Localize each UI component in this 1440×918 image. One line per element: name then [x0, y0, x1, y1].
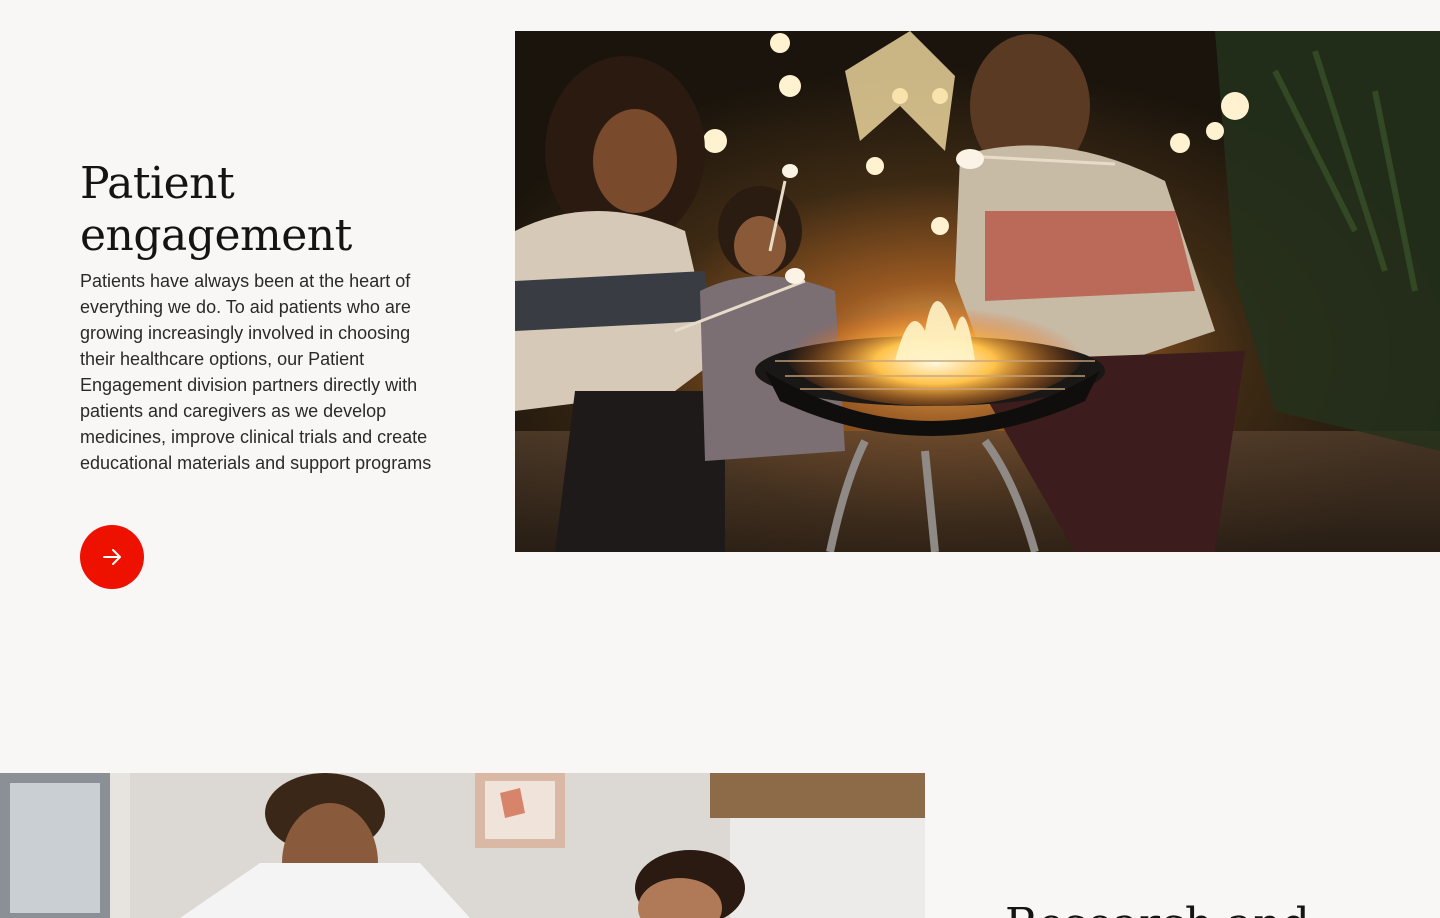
- heading-line-1: Patient: [80, 158, 235, 209]
- next-section: Research and: [0, 773, 1440, 918]
- next-section-heading: Research and: [1005, 899, 1310, 918]
- section-heading: Patient engagement: [80, 158, 480, 262]
- family-firepit-photo: [515, 31, 1440, 552]
- section-description: Patients have always been at the heart o…: [80, 271, 432, 473]
- arrow-right-icon: [101, 546, 123, 568]
- learn-more-button[interactable]: [80, 525, 144, 589]
- doctor-patient-photo: [0, 773, 925, 918]
- patient-engagement-section: Patient engagement Patients have always …: [0, 0, 1440, 700]
- heading-line-2: engagement: [80, 210, 352, 261]
